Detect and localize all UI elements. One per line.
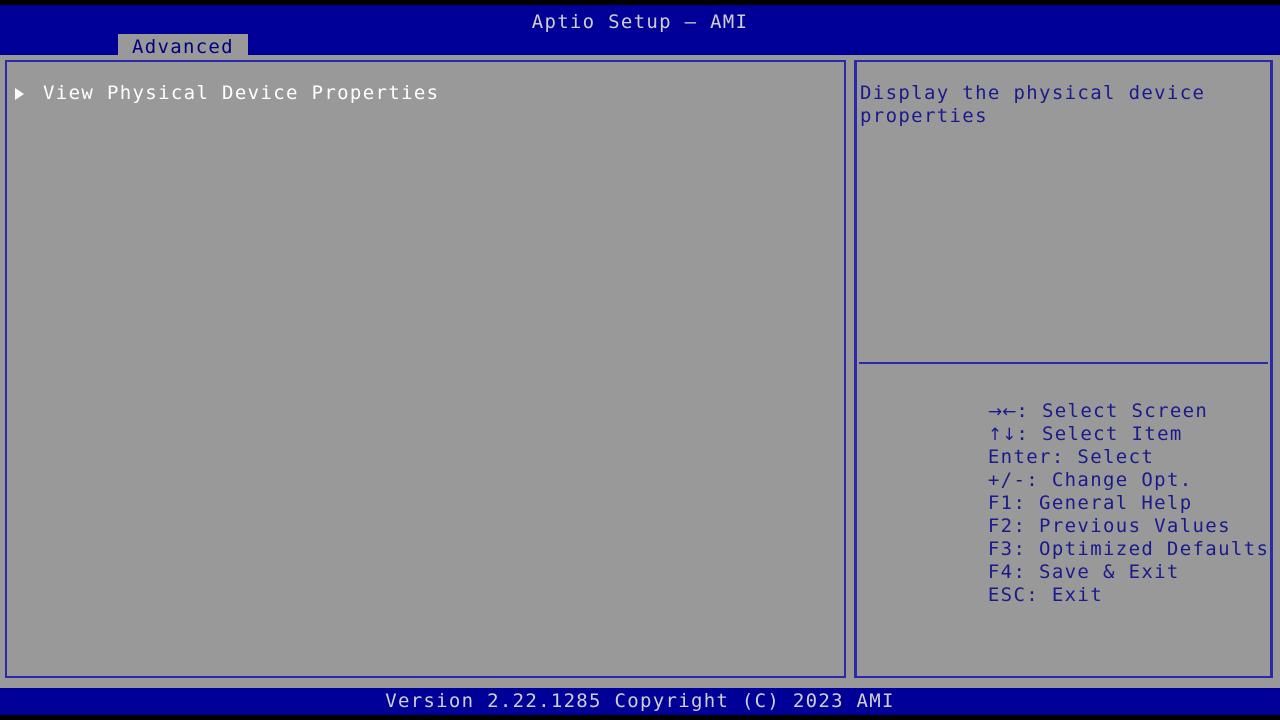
key-legend-key: F3 (987, 538, 1014, 560)
key-legend-action: Change Opt. (1051, 469, 1193, 491)
key-legend-separator: : (1026, 469, 1052, 491)
key-legend-action: Save & Exit (1039, 561, 1180, 583)
help-panel: Display the physical device properties →… (854, 60, 1273, 678)
key-legend-key: F1 (987, 492, 1014, 514)
key-legend-action: Exit (1051, 584, 1103, 606)
settings-panel: View Physical Device Properties (5, 60, 846, 678)
key-legend-key: +/- (987, 469, 1027, 491)
key-legend-action: General Help (1039, 492, 1193, 514)
bottom-bezel (0, 715, 1280, 720)
key-legend-action: Select Screen (1041, 400, 1209, 422)
help-description: Display the physical device properties (860, 82, 1219, 127)
arrow-up-down-icon: ↑↓ (987, 425, 1017, 445)
key-legend-key: F4 (987, 561, 1014, 583)
submenu-triangle-icon (15, 87, 24, 100)
key-legend-separator: : (1013, 538, 1040, 560)
footer-bar: Version 2.22.1285 Copyright (C) 2023 AMI (0, 688, 1280, 715)
key-legend-separator: : (1016, 423, 1042, 445)
arrow-left-right-icon: →← (987, 402, 1017, 422)
menu-item-label: View Physical Device Properties (43, 82, 440, 104)
key-legend-action: Select (1077, 446, 1155, 468)
key-legend-item-select-screen: →←: Select Screen (860, 377, 1270, 422)
key-legend-separator: : (1016, 400, 1042, 422)
key-legend-key: ESC (987, 584, 1027, 606)
key-legend-action: Select Item (1041, 423, 1183, 445)
bios-setup-screen: Aptio Setup – AMI Advanced View Physical… (0, 0, 1280, 720)
key-legend-key: F2 (987, 515, 1014, 537)
menu-item-view-physical-device-properties[interactable]: View Physical Device Properties (7, 82, 844, 105)
key-legend-list: →←: Select Screen ↑↓: Select Item Enter:… (860, 377, 1270, 606)
content-area: View Physical Device Properties Display … (0, 55, 1280, 688)
page-title: Aptio Setup – AMI (531, 11, 749, 33)
key-legend-separator: : (1013, 561, 1040, 583)
key-legend-key: Enter (987, 446, 1052, 468)
key-legend-separator: : (1013, 515, 1040, 537)
key-legend-separator: : (1013, 492, 1040, 514)
key-legend-action: Optimized Defaults (1039, 538, 1270, 560)
key-legend-action: Previous Values (1039, 515, 1231, 537)
key-legend-separator: : (1026, 584, 1052, 606)
key-legend-separator: : (1051, 446, 1078, 468)
menu-list: View Physical Device Properties (7, 82, 844, 105)
help-divider (859, 362, 1268, 364)
header-bar: Aptio Setup – AMI Advanced (0, 5, 1280, 60)
version-copyright-text: Version 2.22.1285 Copyright (C) 2023 AMI (385, 690, 895, 712)
